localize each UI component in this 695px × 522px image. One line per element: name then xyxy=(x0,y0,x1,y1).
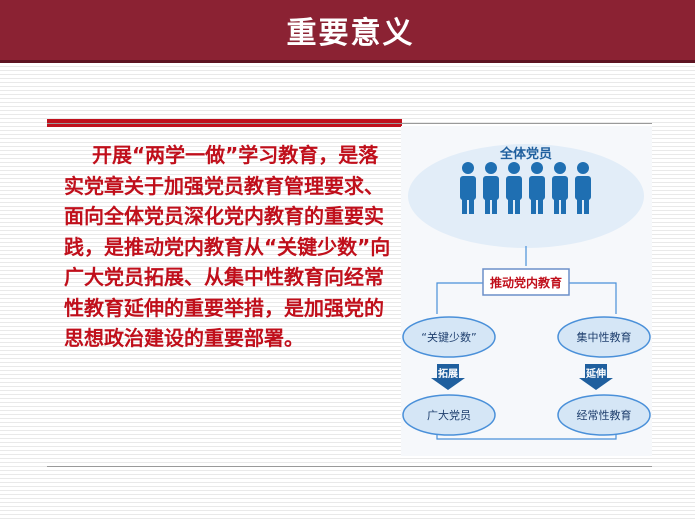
regular-label: 经常性教育 xyxy=(577,408,632,422)
broad-members-label: 广大党员 xyxy=(427,408,471,422)
extend-label: 延伸 xyxy=(585,367,606,380)
key-minority-label: “关键少数” xyxy=(421,330,476,344)
top-divider xyxy=(47,123,652,124)
concentrated-label: 集中性教育 xyxy=(577,330,632,344)
main-paragraph: 开展“两学一做”学习教育，是落实党章关于加强党员教育管理要求、面向全体党员深化党… xyxy=(64,143,391,350)
expand-label: 拓展 xyxy=(438,367,458,380)
all-members-label: 全体党员 xyxy=(499,146,552,162)
education-diagram: 全体党员 推动党内教育 “关键少数” 集中性教育 拓展 延伸 广大党员 经常性教… xyxy=(401,126,652,456)
title-bar: 重要意义 xyxy=(0,0,695,63)
bottom-divider xyxy=(47,466,652,467)
center-label: 推动党内教育 xyxy=(490,275,562,290)
page-title: 重要意义 xyxy=(286,16,415,51)
diagram-svg: 全体党员 推动党内教育 “关键少数” 集中性教育 拓展 延伸 广大党员 经常性教… xyxy=(402,144,651,440)
